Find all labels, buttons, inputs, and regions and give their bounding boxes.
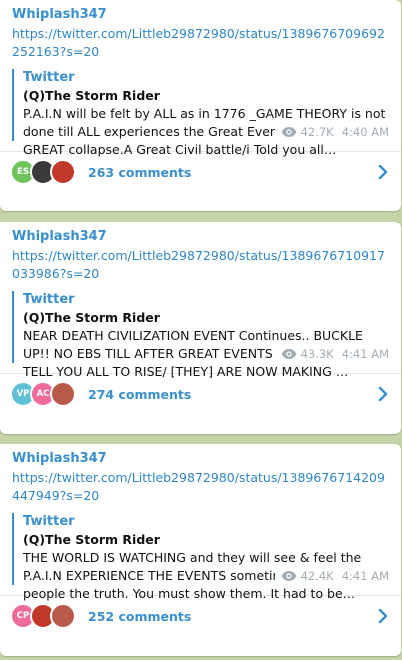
comments-count[interactable]: 274 comments [88,387,377,402]
message-feed[interactable]: Whiplash347 https://twitter.com/Littleb2… [0,0,402,660]
post-author[interactable]: Whiplash347 [12,228,389,245]
post-time: 4:41 AM [341,347,389,361]
views-eye-icon [281,571,296,581]
chevron-right-icon[interactable] [377,164,389,180]
preview-source: Twitter [23,292,75,307]
preview-source: Twitter [23,70,75,85]
avatar [50,381,76,407]
comments-count[interactable]: 252 comments [88,609,377,624]
channel-post: Whiplash347 https://twitter.com/Littleb2… [0,444,401,656]
avatar [50,603,76,629]
view-count: 42.4K [300,569,334,583]
link-preview[interactable]: Twitter (Q)The Storm Rider P.A.I.N will … [12,69,389,157]
link-preview[interactable]: Twitter (Q)The Storm Rider NEAR DEATH CI… [12,291,389,379]
link-preview[interactable]: Twitter (Q)The Storm Rider THE WORLD IS … [12,513,389,601]
channel-post: Whiplash347 https://twitter.com/Littleb2… [0,222,401,434]
avatar [50,159,76,185]
view-count: 42.7K [300,125,334,139]
view-count: 43.3K [300,347,334,361]
post-author[interactable]: Whiplash347 [12,6,389,23]
preview-title: (Q)The Storm Rider [23,88,160,103]
post-author[interactable]: Whiplash347 [12,450,389,467]
commenter-avatars: CP [10,603,76,629]
post-time: 4:40 AM [341,125,389,139]
views-eye-icon [281,349,296,359]
tweet-link[interactable]: https://twitter.com/Littleb29872980/stat… [12,469,389,505]
channel-post: Whiplash347 https://twitter.com/Littleb2… [0,0,401,211]
views-eye-icon [281,127,296,137]
tweet-link[interactable]: https://twitter.com/Littleb29872980/stat… [12,25,389,61]
preview-title: (Q)The Storm Rider [23,532,160,547]
post-meta: 43.3K 4:41 AM [274,345,389,363]
post-meta: 42.4K 4:41 AM [274,567,389,585]
commenter-avatars: VP AC [10,381,76,407]
preview-title: (Q)The Storm Rider [23,310,160,325]
tweet-link[interactable]: https://twitter.com/Littleb29872980/stat… [12,247,389,283]
chevron-right-icon[interactable] [377,608,389,624]
commenter-avatars: ES [10,159,76,185]
comments-count[interactable]: 263 comments [88,165,377,180]
post-meta: 42.7K 4:40 AM [274,123,389,141]
post-time: 4:41 AM [341,569,389,583]
preview-source: Twitter [23,514,75,529]
chevron-right-icon[interactable] [377,386,389,402]
